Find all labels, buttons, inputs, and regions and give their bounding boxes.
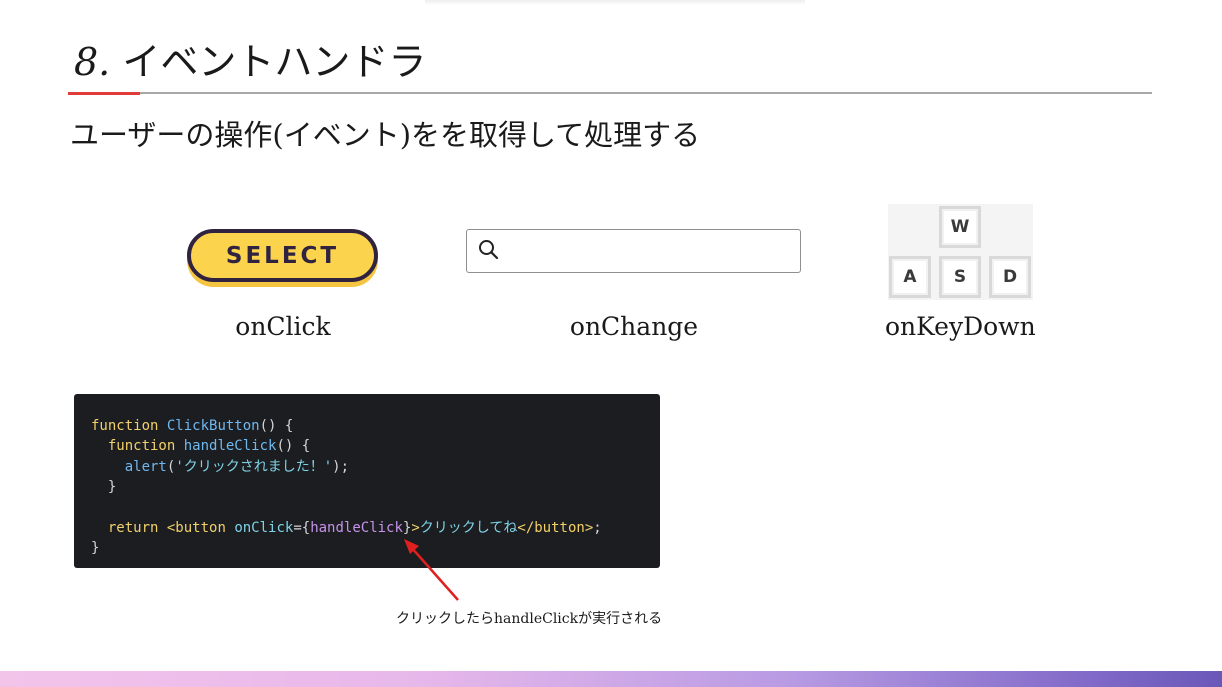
select-button-illustration: SELECT bbox=[187, 229, 378, 282]
code-line: } bbox=[91, 540, 100, 557]
title-underline-accent bbox=[68, 92, 140, 95]
annotation-note: クリックしたらhandleClickが実行される bbox=[396, 611, 663, 627]
slide-title-number: 8. bbox=[74, 40, 111, 84]
key-a: A bbox=[889, 256, 931, 298]
search-box-illustration bbox=[466, 229, 801, 273]
code-line: function handleClick() { bbox=[107, 438, 311, 455]
code-line: return <button onClick={handleClick}>クリッ… bbox=[107, 519, 602, 536]
title-underline bbox=[68, 92, 1152, 94]
key-d: D bbox=[989, 256, 1031, 298]
annotation-arrow-icon bbox=[404, 539, 459, 601]
slide-subtitle: ユーザーの操作(イベント)をを取得して処理する bbox=[70, 118, 701, 152]
onchange-caption: onChange bbox=[569, 312, 699, 341]
search-icon bbox=[478, 239, 500, 265]
key-w: W bbox=[939, 206, 981, 248]
code-line: function ClickButton() { bbox=[91, 418, 294, 434]
slide-title-text: イベントハンドラ bbox=[122, 40, 427, 84]
slide-title: 8. イベントハンドラ bbox=[74, 38, 426, 86]
bottom-gradient-bar bbox=[0, 671, 1222, 687]
onkeydown-caption: onKeyDown bbox=[885, 312, 1036, 341]
onclick-caption: onClick bbox=[235, 312, 331, 341]
code-block: function ClickButton() { function handle… bbox=[74, 394, 660, 568]
code-line: } bbox=[107, 479, 117, 496]
key-s: S bbox=[939, 256, 981, 298]
top-decoration bbox=[425, 0, 805, 5]
code-line: alert('クリックされました！'); bbox=[124, 458, 350, 475]
